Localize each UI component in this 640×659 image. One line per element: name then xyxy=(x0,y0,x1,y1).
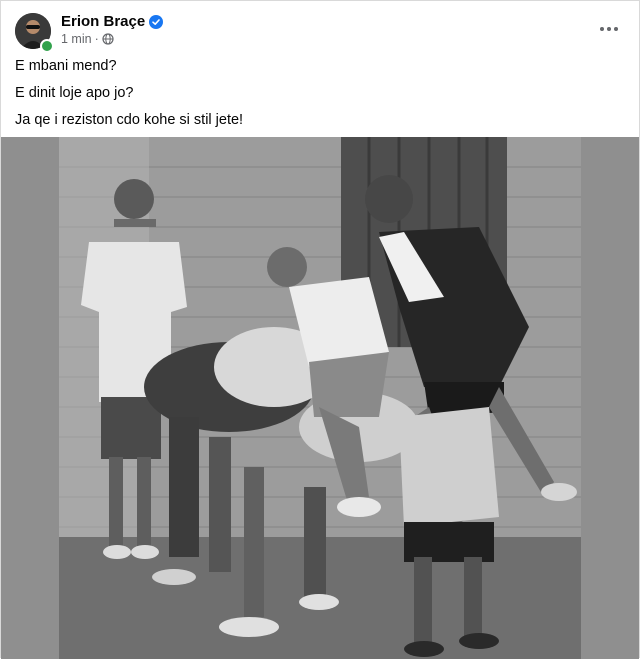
post-text: E mbani mend? E dinit loje apo jo? Ja qe… xyxy=(15,57,625,138)
facebook-post: Erion Braçe 1 min · E mbani mend? E dini… xyxy=(0,0,640,659)
more-dot xyxy=(614,27,618,31)
author-name-row: Erion Braçe xyxy=(61,13,164,30)
globe-icon xyxy=(102,33,114,45)
author-name[interactable]: Erion Braçe xyxy=(61,13,145,30)
more-options-icon[interactable] xyxy=(597,19,621,39)
post-timestamp[interactable]: 1 min xyxy=(61,32,92,46)
post-text-line: Ja qe i reziston cdo kohe si stil jete! xyxy=(15,112,244,128)
post-text-line: E mbani mend? xyxy=(15,58,117,74)
post-header: Erion Braçe 1 min · xyxy=(1,1,640,53)
post-media-container xyxy=(1,137,639,659)
post-text-line: E dinit loje apo jo? xyxy=(15,85,134,101)
more-dot xyxy=(607,27,611,31)
post-meta: 1 min · xyxy=(61,32,114,46)
post-photo[interactable] xyxy=(59,137,581,659)
more-dot xyxy=(600,27,604,31)
meta-separator: · xyxy=(94,32,99,46)
online-status-dot xyxy=(40,39,54,53)
verified-badge-icon xyxy=(149,14,164,29)
